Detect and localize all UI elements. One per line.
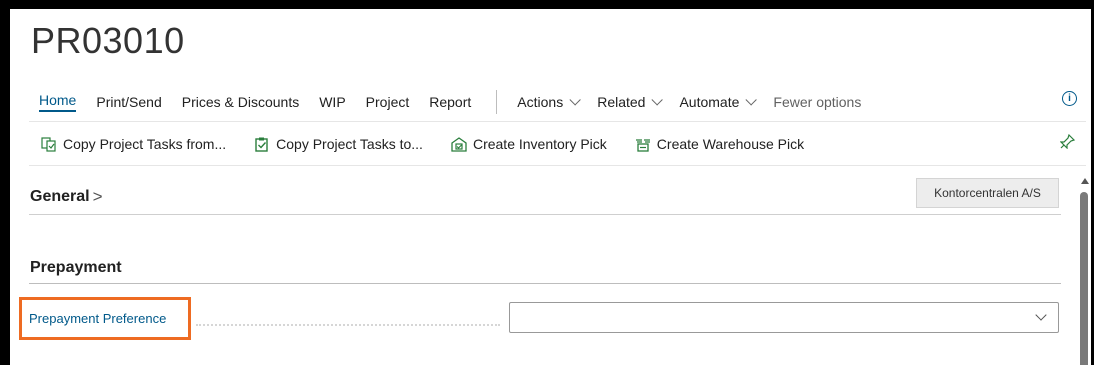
- scrollbar[interactable]: [1080, 178, 1089, 365]
- scrollbar-thumb[interactable]: [1080, 192, 1088, 365]
- menu-related-label: Related: [597, 94, 646, 110]
- tab-project[interactable]: Project: [366, 94, 410, 110]
- pin-icon[interactable]: [1059, 133, 1076, 153]
- chevron-down-icon: [1035, 309, 1047, 321]
- tab-separator: [496, 90, 498, 114]
- window-frame-left: [0, 0, 10, 365]
- inventory-pick-icon: [451, 136, 467, 152]
- divider: [29, 121, 1086, 122]
- create-inventory-pick-button[interactable]: Create Inventory Pick: [451, 136, 607, 152]
- tab-wip[interactable]: WIP: [319, 94, 345, 110]
- fewer-options-button[interactable]: Fewer options: [773, 94, 861, 110]
- copy-project-tasks-from-button[interactable]: Copy Project Tasks from...: [41, 136, 226, 152]
- divider: [29, 214, 1061, 215]
- action-toolbar: Copy Project Tasks from... Copy Project …: [41, 131, 1086, 157]
- menu-automate-label: Automate: [679, 94, 740, 110]
- copy-project-tasks-to-label: Copy Project Tasks to...: [276, 136, 423, 152]
- copy-project-tasks-from-label: Copy Project Tasks from...: [63, 136, 227, 152]
- create-warehouse-pick-button[interactable]: Create Warehouse Pick: [635, 136, 804, 152]
- warehouse-pick-icon: [635, 137, 651, 152]
- copy-to-icon: [254, 137, 270, 152]
- prepayment-preference-label[interactable]: Prepayment Preference: [29, 311, 166, 326]
- create-warehouse-pick-label: Create Warehouse Pick: [656, 136, 805, 152]
- chevron-down-icon: [569, 94, 581, 106]
- info-icon[interactable]: i: [1062, 91, 1077, 106]
- menu-automate[interactable]: Automate: [679, 94, 758, 110]
- prepayment-section-title[interactable]: Prepayment: [30, 259, 122, 277]
- create-inventory-pick-label: Create Inventory Pick: [472, 136, 607, 152]
- tab-report[interactable]: Report: [429, 94, 471, 110]
- field-leader-dots: [196, 324, 500, 326]
- action-bar-tabs: Home Print/Send Prices & Discounts WIP P…: [39, 85, 1086, 119]
- copy-from-icon: [41, 136, 57, 152]
- company-badge: Kontorcentralen A/S: [916, 178, 1059, 208]
- general-section-header[interactable]: General >: [30, 187, 103, 207]
- copy-project-tasks-to-button[interactable]: Copy Project Tasks to...: [254, 136, 423, 152]
- chevron-down-icon: [745, 94, 758, 106]
- scroll-up-arrow-icon[interactable]: [1081, 178, 1089, 184]
- divider: [29, 283, 1061, 284]
- menu-related[interactable]: Related: [597, 94, 664, 110]
- chevron-down-icon: [651, 94, 664, 106]
- menu-actions-label: Actions: [517, 94, 564, 110]
- prepayment-preference-select[interactable]: [509, 302, 1059, 333]
- window-frame-top: [0, 0, 1094, 9]
- tab-home[interactable]: Home: [39, 92, 77, 112]
- chevron-right-icon: >: [92, 187, 103, 206]
- general-section-title: General: [30, 188, 90, 205]
- tab-print-send[interactable]: Print/Send: [96, 94, 161, 110]
- menu-actions[interactable]: Actions: [517, 94, 581, 110]
- page-title: PR03010: [31, 20, 185, 61]
- tab-prices-discounts[interactable]: Prices & Discounts: [182, 94, 299, 110]
- divider: [29, 165, 1086, 166]
